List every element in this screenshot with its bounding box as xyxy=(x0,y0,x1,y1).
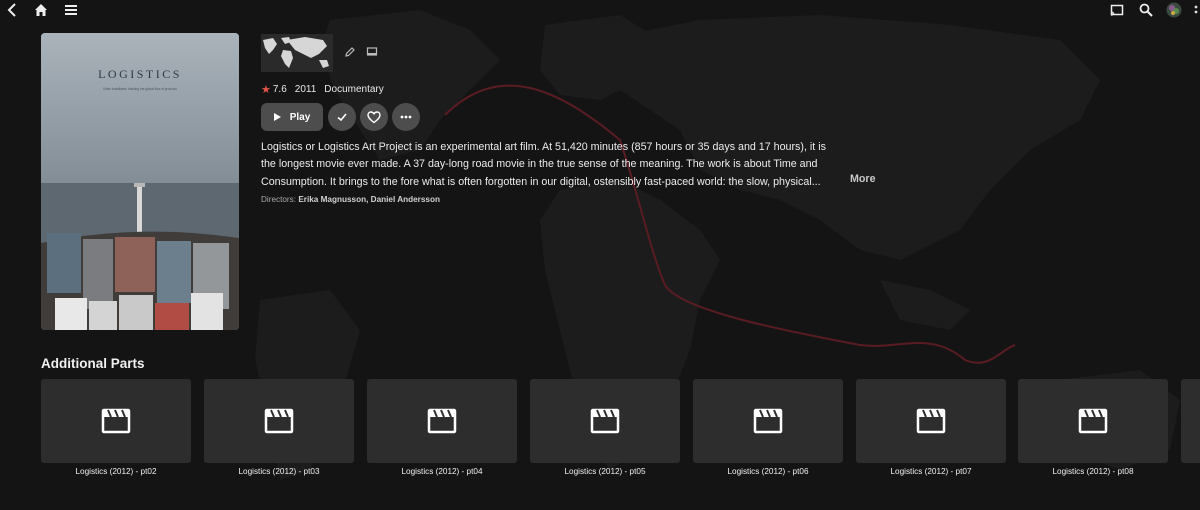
heart-icon xyxy=(367,110,381,123)
back-icon[interactable] xyxy=(4,1,22,19)
top-bar xyxy=(0,0,1200,20)
search-icon[interactable] xyxy=(1137,1,1155,19)
part-card[interactable]: Logistics (2012) - pt08 xyxy=(1018,379,1168,476)
part-thumbnail[interactable] xyxy=(367,379,517,463)
part-label[interactable]: Logistics (2012) - pt08 xyxy=(1018,467,1168,476)
background-thumbnail[interactable] xyxy=(261,34,333,72)
part-thumbnail[interactable] xyxy=(41,379,191,463)
part-card[interactable]: Logistics (2012) - pt06 xyxy=(693,379,843,476)
user-avatar-icon[interactable] xyxy=(1165,1,1183,19)
clapperboard-icon xyxy=(753,408,783,434)
part-label[interactable]: Logistics (2012) - pt03 xyxy=(204,467,354,476)
image-icon[interactable] xyxy=(366,45,380,59)
edit-icon[interactable] xyxy=(344,45,358,59)
part-card[interactable]: Logistics (2012) - pt04 xyxy=(367,379,517,476)
part-card[interactable]: Logistics (2012) - pt07 xyxy=(856,379,1006,476)
rating: 7.6 xyxy=(272,83,287,95)
movie-summary: Logistics or Logistics Art Project is an… xyxy=(261,141,826,188)
movie-poster[interactable]: LOGISTICS Video installation tracking th… xyxy=(41,33,239,330)
part-thumbnail[interactable] xyxy=(1018,379,1168,463)
more-options-button[interactable] xyxy=(392,103,420,131)
mark-watched-button[interactable] xyxy=(328,103,356,131)
clapperboard-icon xyxy=(264,408,294,434)
part-label[interactable]: Logistics (2012) - pt02 xyxy=(41,467,191,476)
part-label[interactable]: Logistics (2012) - pt05 xyxy=(530,467,680,476)
part-label[interactable]: Logistics (2012) - pt07 xyxy=(856,467,1006,476)
play-label: Play xyxy=(289,111,311,123)
checkmark-icon xyxy=(337,113,347,122)
poster-tagline: Video installation tracking the global f… xyxy=(102,87,177,91)
part-label[interactable]: Logistics (2012) - pt04 xyxy=(367,467,517,476)
part-thumbnail[interactable] xyxy=(856,379,1006,463)
clapperboard-icon xyxy=(1078,408,1108,434)
year: 2011 xyxy=(294,83,317,95)
part-card-partial[interactable] xyxy=(1181,379,1200,463)
ellipsis-icon xyxy=(400,115,412,119)
hamburger-menu-icon[interactable] xyxy=(62,1,80,19)
part-label[interactable]: Logistics (2012) - pt06 xyxy=(693,467,843,476)
play-button[interactable]: Play xyxy=(261,103,323,131)
play-icon xyxy=(273,113,281,121)
clapperboard-icon xyxy=(916,408,946,434)
part-card[interactable]: Logistics (2012) - pt02 xyxy=(41,379,191,476)
movie-meta: ★ 7.6 2011 Documentary xyxy=(261,82,384,96)
poster-title: LOGISTICS xyxy=(98,67,182,81)
clapperboard-icon xyxy=(590,408,620,434)
clapperboard-icon xyxy=(101,408,131,434)
more-link[interactable]: More xyxy=(850,173,876,185)
favorite-button[interactable] xyxy=(360,103,388,131)
part-card[interactable]: Logistics (2012) - pt03 xyxy=(204,379,354,476)
part-thumbnail[interactable] xyxy=(204,379,354,463)
directors-label: Directors: xyxy=(261,195,297,204)
home-icon[interactable] xyxy=(32,1,50,19)
cast-icon[interactable] xyxy=(1108,1,1126,19)
directors-names[interactable]: Erika Magnusson, Daniel Andersson xyxy=(298,195,440,204)
settings-icon[interactable] xyxy=(1188,1,1200,19)
rating-star-icon: ★ xyxy=(261,83,271,96)
part-thumbnail[interactable] xyxy=(693,379,843,463)
clapperboard-icon xyxy=(427,408,457,434)
directors: Directors: Erika Magnusson, Daniel Ander… xyxy=(261,195,440,204)
genre: Documentary xyxy=(324,83,384,95)
additional-parts-title: Additional Parts xyxy=(41,356,145,371)
part-card[interactable]: Logistics (2012) - pt05 xyxy=(530,379,680,476)
part-thumbnail[interactable] xyxy=(530,379,680,463)
